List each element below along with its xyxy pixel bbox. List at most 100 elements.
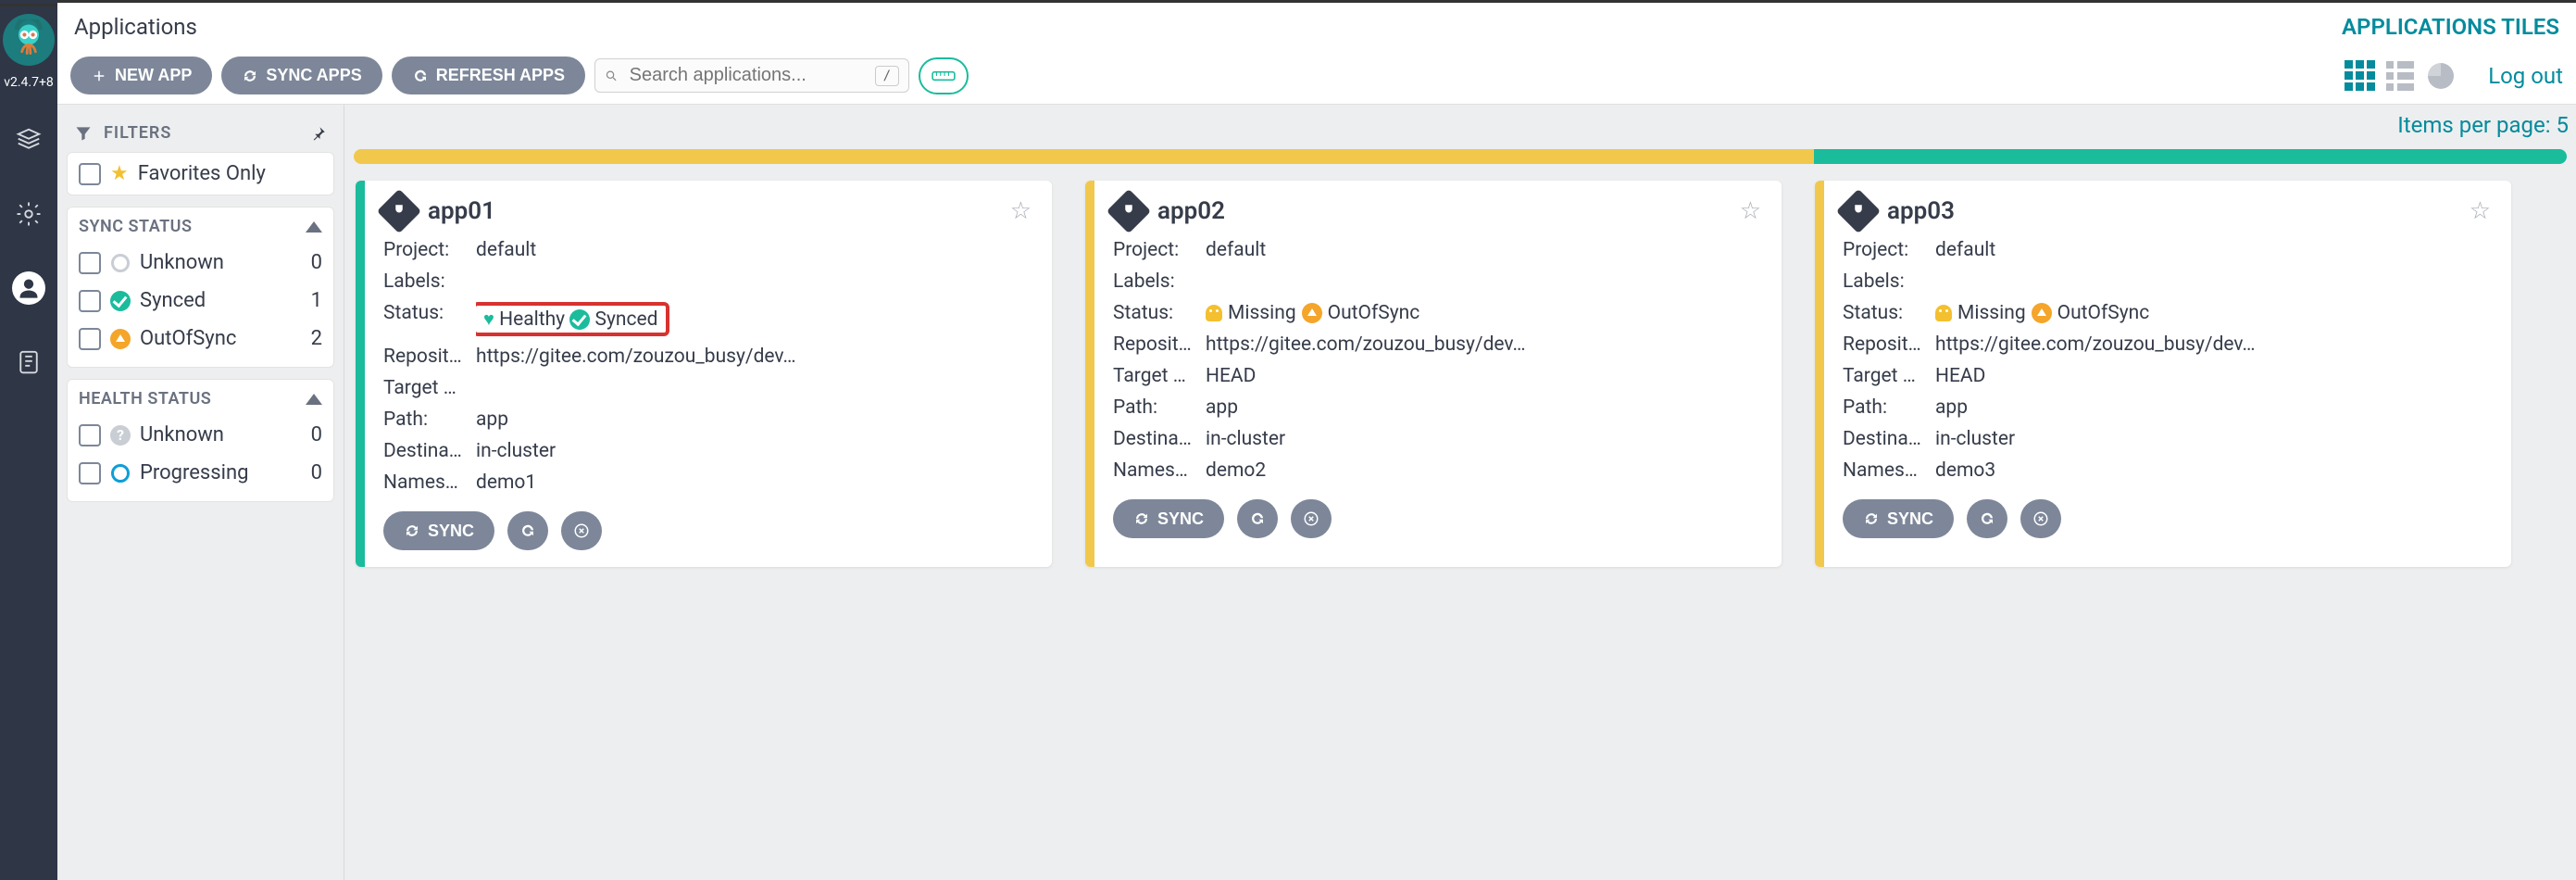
items-per-page[interactable]: Items per page: 5 (344, 105, 2576, 145)
collapse-icon[interactable] (306, 394, 322, 405)
user-icon[interactable] (12, 271, 45, 305)
side-nav: v2.4.7+8 (0, 0, 57, 880)
view-switch (2344, 63, 2457, 89)
filter-checkbox[interactable] (79, 252, 101, 274)
check-icon (569, 309, 590, 330)
kv-val: https://gitee.com/zouzou_busy/dev… (476, 346, 796, 368)
close-icon (2032, 510, 2049, 527)
logout-link[interactable]: Log out (2488, 63, 2563, 89)
app-card[interactable]: app02 ☆ Project:default Labels: Status: … (1085, 181, 1782, 567)
kv-key: Path: (383, 409, 476, 431)
kv-val: HEAD (1935, 365, 1985, 387)
sync-filter-row[interactable]: OutOfSync 2 (79, 320, 322, 358)
collapse-icon[interactable] (306, 221, 322, 233)
kv-key: Reposit… (1843, 333, 1935, 356)
docs-icon[interactable] (12, 346, 45, 379)
ruler-icon (932, 69, 956, 82)
filter-checkbox[interactable] (79, 328, 101, 350)
kv-val: app (1935, 396, 1968, 419)
sync-icon (1863, 510, 1880, 527)
filter-checkbox[interactable] (79, 290, 101, 312)
delete-button[interactable] (561, 511, 602, 550)
sync-apps-label: SYNC APPS (266, 66, 361, 85)
kv-key: Target … (383, 377, 476, 399)
refresh-button[interactable] (1967, 499, 2007, 538)
filter-count: 2 (311, 327, 322, 350)
filter-checkbox[interactable] (79, 462, 101, 484)
delete-button[interactable] (2020, 499, 2061, 538)
health-filter-row[interactable]: ? Unknown 0 (79, 416, 322, 454)
search-input[interactable] (630, 65, 875, 86)
kv-key: Project: (383, 239, 476, 261)
refresh-icon (1979, 510, 1995, 527)
kv-val: default (476, 239, 536, 261)
delete-button[interactable] (1291, 499, 1332, 538)
new-app-button[interactable]: NEW APP (70, 57, 212, 94)
kv-val: Missing OutOfSync (1935, 302, 2149, 324)
kv-key: Names… (383, 471, 476, 494)
pin-icon[interactable] (310, 125, 327, 142)
sync-filter-row[interactable]: Unknown 0 (79, 244, 322, 282)
status-highlight: ♥ Healthy Synced (476, 302, 669, 336)
search-input-wrap[interactable]: / (594, 58, 909, 93)
kv-key: Labels: (1843, 270, 1935, 293)
kv-val: app (476, 409, 508, 431)
kv-val: in-cluster (1935, 428, 2015, 450)
app-card[interactable]: app01 ☆ Project:default Labels: Status:♥… (356, 181, 1052, 567)
sync-label: SYNC (428, 522, 474, 541)
kv-key: Destina… (383, 440, 476, 462)
sync-apps-button[interactable]: SYNC APPS (221, 57, 381, 94)
app-card[interactable]: app03 ☆ Project:default Labels: Status: … (1815, 181, 2511, 567)
kv-val: default (1206, 239, 1266, 261)
funnel-icon (74, 124, 93, 143)
health-filter-row[interactable]: Progressing 0 (79, 454, 322, 492)
page-title: Applications (74, 14, 197, 40)
favorites-checkbox[interactable] (79, 163, 101, 185)
kv-key: Target … (1843, 365, 1935, 387)
outofsync-icon (2032, 303, 2052, 323)
kv-val: https://gitee.com/zouzou_busy/dev… (1935, 333, 2256, 356)
favorite-star[interactable]: ☆ (2470, 197, 2491, 225)
stack-icon[interactable] (12, 123, 45, 157)
app-name: app03 (1887, 197, 1955, 225)
sync-icon (1133, 510, 1150, 527)
filter-count: 1 (311, 289, 322, 312)
pie-view-button[interactable] (2425, 63, 2457, 89)
settings-icon[interactable] (12, 197, 45, 231)
refresh-icon (412, 68, 429, 84)
refresh-button[interactable] (507, 511, 548, 550)
app-icon (1836, 189, 1881, 233)
sync-button[interactable]: SYNC (1113, 499, 1224, 538)
kv-val: https://gitee.com/zouzou_busy/dev… (1206, 333, 1526, 356)
kv-key: Path: (1113, 396, 1206, 419)
sync-button[interactable]: SYNC (383, 511, 494, 550)
kv-val: in-cluster (1206, 428, 1285, 450)
kv-val: in-cluster (476, 440, 556, 462)
ghost-icon (1935, 305, 1952, 321)
sync-icon (242, 68, 258, 84)
filter-checkbox[interactable] (79, 424, 101, 446)
ruler-button[interactable] (919, 57, 969, 94)
kv-key: Destina… (1843, 428, 1935, 450)
close-icon (573, 522, 590, 539)
filter-count: 0 (311, 251, 322, 274)
filters-label: FILTERS (104, 123, 171, 143)
favorites-row[interactable]: ★ Favorites Only (79, 162, 322, 185)
refresh-icon (1249, 510, 1266, 527)
app-icon (1107, 189, 1151, 233)
tiles-view-button[interactable] (2344, 63, 2375, 89)
header-right-label[interactable]: APPLICATIONS TILES (2342, 14, 2559, 40)
sync-button[interactable]: SYNC (1843, 499, 1954, 538)
favorite-star[interactable]: ☆ (1740, 197, 1761, 225)
refresh-apps-button[interactable]: REFRESH APPS (392, 57, 585, 94)
kv-key: Names… (1843, 459, 1935, 482)
plus-icon (91, 68, 107, 84)
argo-logo[interactable] (3, 14, 55, 66)
kv-key: Status: (383, 302, 476, 336)
refresh-button[interactable] (1237, 499, 1278, 538)
kv-key: Labels: (383, 270, 476, 293)
sync-filter-row[interactable]: Synced 1 (79, 282, 322, 320)
list-view-button[interactable] (2384, 63, 2416, 89)
app-grid: app01 ☆ Project:default Labels: Status:♥… (344, 181, 2576, 567)
favorite-star[interactable]: ☆ (1010, 197, 1032, 225)
